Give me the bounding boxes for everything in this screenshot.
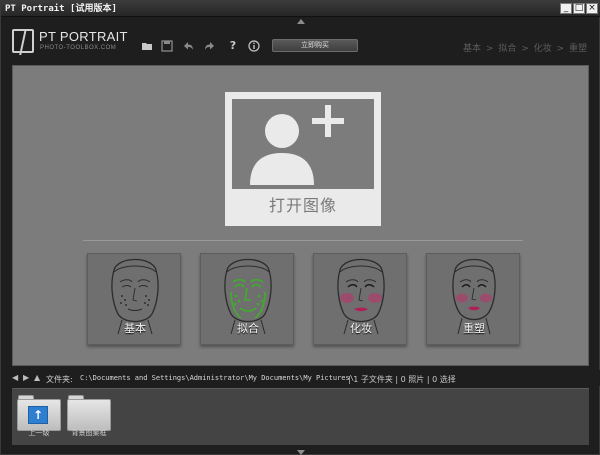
add-person-icon bbox=[250, 105, 344, 185]
up-arrow-icon[interactable]: ▲ bbox=[34, 374, 40, 382]
folder-icon bbox=[67, 399, 111, 431]
breadcrumb-basic[interactable]: 基本 bbox=[463, 44, 481, 54]
info-icon[interactable] bbox=[248, 40, 260, 52]
close-button[interactable]: × bbox=[586, 3, 598, 14]
collapse-up-icon[interactable] bbox=[297, 19, 305, 24]
photo-count: | 0 照片 bbox=[395, 375, 425, 384]
step-card-makeup[interactable]: 化妆 bbox=[313, 253, 407, 345]
up-level-icon: ↑ bbox=[28, 406, 48, 424]
folder-path-dropdown[interactable]: C:\Documents and Settings\Administrator\… bbox=[80, 374, 354, 382]
step-card-basic[interactable]: 基本 bbox=[87, 253, 181, 345]
open-image-label: 打开图像 bbox=[268, 196, 337, 215]
folder-item[interactable] bbox=[67, 395, 111, 431]
folder-item-label: 背景图案框 bbox=[71, 429, 107, 437]
logo-title: PT PORTRAIT bbox=[39, 29, 128, 44]
main-canvas: 打开图像 基本 拟合 化妆 重塑 bbox=[12, 65, 589, 366]
selection-count: | 0 选择 bbox=[426, 375, 456, 384]
folder-label: 文件夹: bbox=[46, 375, 73, 384]
buy-now-button[interactable]: 立即购买 bbox=[272, 39, 358, 52]
minimize-button[interactable]: _ bbox=[560, 3, 572, 14]
file-browser: ↑ 上一级 背景图案框 bbox=[12, 388, 589, 445]
collapse-down-icon[interactable] bbox=[297, 450, 305, 455]
maximize-button[interactable]: □ bbox=[573, 3, 585, 14]
logo-icon bbox=[12, 29, 34, 53]
add-portrait-area bbox=[232, 99, 374, 189]
undo-icon[interactable] bbox=[182, 40, 194, 52]
step-card-reshape[interactable]: 重塑 bbox=[426, 253, 520, 345]
open-image-button[interactable]: 打开图像 bbox=[225, 92, 381, 226]
workflow-breadcrumb: 基本 > 拟合 > 化妆 > 重塑 bbox=[462, 41, 588, 54]
canvas-divider bbox=[83, 240, 523, 241]
up-folder-item[interactable]: ↑ bbox=[17, 395, 61, 431]
app-window: PT Portrait [试用版本] _ □ × PT PORTRAIT PHO… bbox=[0, 0, 600, 455]
back-arrow-icon[interactable]: ◀ bbox=[12, 374, 18, 382]
breadcrumb-fit[interactable]: 拟合 bbox=[498, 44, 516, 54]
step-card-fit[interactable]: 拟合 bbox=[200, 253, 294, 345]
help-icon[interactable]: ? bbox=[227, 40, 239, 52]
save-icon[interactable] bbox=[161, 40, 173, 52]
step-label-reshape: 重塑 bbox=[463, 322, 485, 335]
forward-arrow-icon[interactable]: ▶ bbox=[23, 374, 29, 382]
window-title: PT Portrait [试用版本] bbox=[5, 4, 117, 14]
step-label-fit: 拟合 bbox=[237, 322, 259, 335]
breadcrumb-separator: > bbox=[485, 44, 494, 54]
step-label-basic: 基本 bbox=[124, 322, 146, 335]
folder-stats: | 1 子文件夹 | 0 照片 | 0 选择 bbox=[348, 374, 456, 385]
breadcrumb-reshape[interactable]: 重塑 bbox=[569, 44, 587, 54]
breadcrumb-separator: > bbox=[521, 44, 529, 54]
breadcrumb-makeup[interactable]: 化妆 bbox=[534, 44, 552, 54]
folder-open-icon[interactable] bbox=[141, 40, 153, 52]
logo-subtitle: PHOTO-TOOLBOX.COM bbox=[40, 45, 117, 51]
step-label-makeup: 化妆 bbox=[350, 322, 372, 335]
redo-icon[interactable] bbox=[204, 40, 216, 52]
title-bar[interactable]: PT Portrait [试用版本] _ □ × bbox=[1, 1, 600, 17]
breadcrumb-separator: > bbox=[556, 44, 565, 54]
subfolder-count: | 1 子文件夹 bbox=[348, 375, 393, 384]
